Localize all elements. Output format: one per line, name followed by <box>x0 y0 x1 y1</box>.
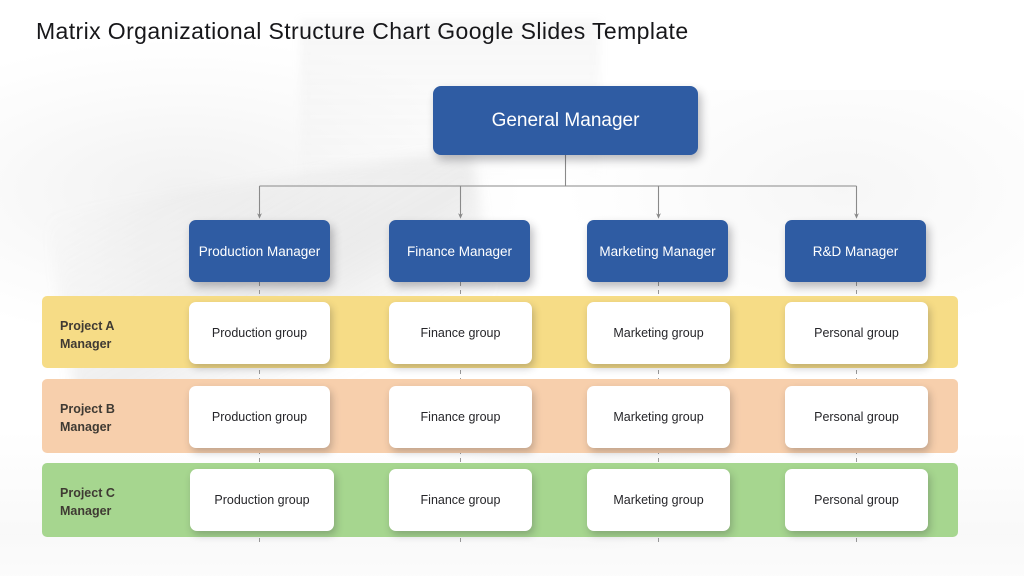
project-label-c-line1: Project C <box>60 486 115 500</box>
cell-b-finance[interactable]: Finance group <box>389 386 532 448</box>
general-manager-box[interactable]: General Manager <box>433 86 698 155</box>
cell-a-personal-label: Personal group <box>814 326 899 340</box>
cell-a-finance-label: Finance group <box>420 326 501 340</box>
manager-box-finance[interactable]: Finance Manager <box>389 220 530 282</box>
background-texture-1 <box>0 40 520 340</box>
cell-c-finance[interactable]: Finance group <box>389 469 532 531</box>
manager-label-marketing: Marketing Manager <box>599 243 716 259</box>
manager-label-finance: Finance Manager <box>406 243 513 259</box>
cell-c-production[interactable]: Production group <box>190 469 334 531</box>
cell-c-personal[interactable]: Personal group <box>785 469 928 531</box>
cell-b-personal[interactable]: Personal group <box>785 386 928 448</box>
cell-a-personal[interactable]: Personal group <box>785 302 928 364</box>
cell-c-marketing[interactable]: Marketing group <box>587 469 730 531</box>
project-label-a-line2: Manager <box>60 337 112 352</box>
slide-canvas: Matrix Organizational Structure Chart Go… <box>0 0 1024 576</box>
cell-a-production[interactable]: Production group <box>189 302 330 364</box>
project-label-b: Project B Manager <box>60 400 190 436</box>
project-label-c: Project C Manager <box>60 484 190 520</box>
cell-c-finance-label: Finance group <box>420 493 501 507</box>
cell-c-personal-label: Personal group <box>814 493 899 507</box>
cell-b-finance-label: Finance group <box>420 410 501 424</box>
manager-label-rnd: R&D Manager <box>812 243 899 259</box>
project-label-c-line2: Manager <box>60 504 112 519</box>
manager-box-production[interactable]: Production Manager <box>189 220 330 282</box>
cell-c-production-label: Production group <box>214 493 310 507</box>
cell-c-marketing-label: Marketing group <box>613 493 704 507</box>
project-label-b-line2: Manager <box>60 420 112 435</box>
project-label-a-line1: Project A <box>60 319 115 333</box>
manager-box-rnd[interactable]: R&D Manager <box>785 220 926 282</box>
cell-b-production-label: Production group <box>211 410 308 424</box>
cell-b-marketing-label: Marketing group <box>613 410 704 424</box>
cell-b-production[interactable]: Production group <box>189 386 330 448</box>
cell-a-marketing-label: Marketing group <box>613 326 704 340</box>
cell-a-production-label: Production group <box>211 326 308 340</box>
general-manager-label: General Manager <box>491 109 640 131</box>
project-label-b-line1: Project B <box>60 402 115 416</box>
cell-a-marketing[interactable]: Marketing group <box>587 302 730 364</box>
cell-b-marketing[interactable]: Marketing group <box>587 386 730 448</box>
project-label-a: Project A Manager <box>60 317 190 353</box>
manager-box-marketing[interactable]: Marketing Manager <box>587 220 728 282</box>
slide-title: Matrix Organizational Structure Chart Go… <box>36 18 689 44</box>
cell-a-finance[interactable]: Finance group <box>389 302 532 364</box>
cell-b-personal-label: Personal group <box>814 410 899 424</box>
manager-label-production: Production Manager <box>198 243 321 259</box>
